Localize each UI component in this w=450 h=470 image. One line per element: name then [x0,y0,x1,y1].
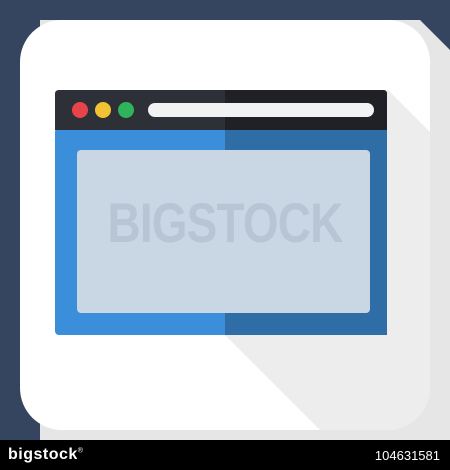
close-dot-icon [72,102,88,118]
footer-image-id: 104631581 [374,448,440,463]
footer-logo-text: bigstock [8,446,78,463]
footer-logo: bigstock® [8,446,83,464]
footer-trademark: ® [77,447,84,455]
content-pane [77,150,370,313]
maximize-dot-icon [118,102,134,118]
footer-bar: bigstock® 104631581 [0,440,450,470]
address-bar [148,103,374,117]
minimize-dot-icon [95,102,111,118]
browser-icon-illustration [0,0,450,470]
